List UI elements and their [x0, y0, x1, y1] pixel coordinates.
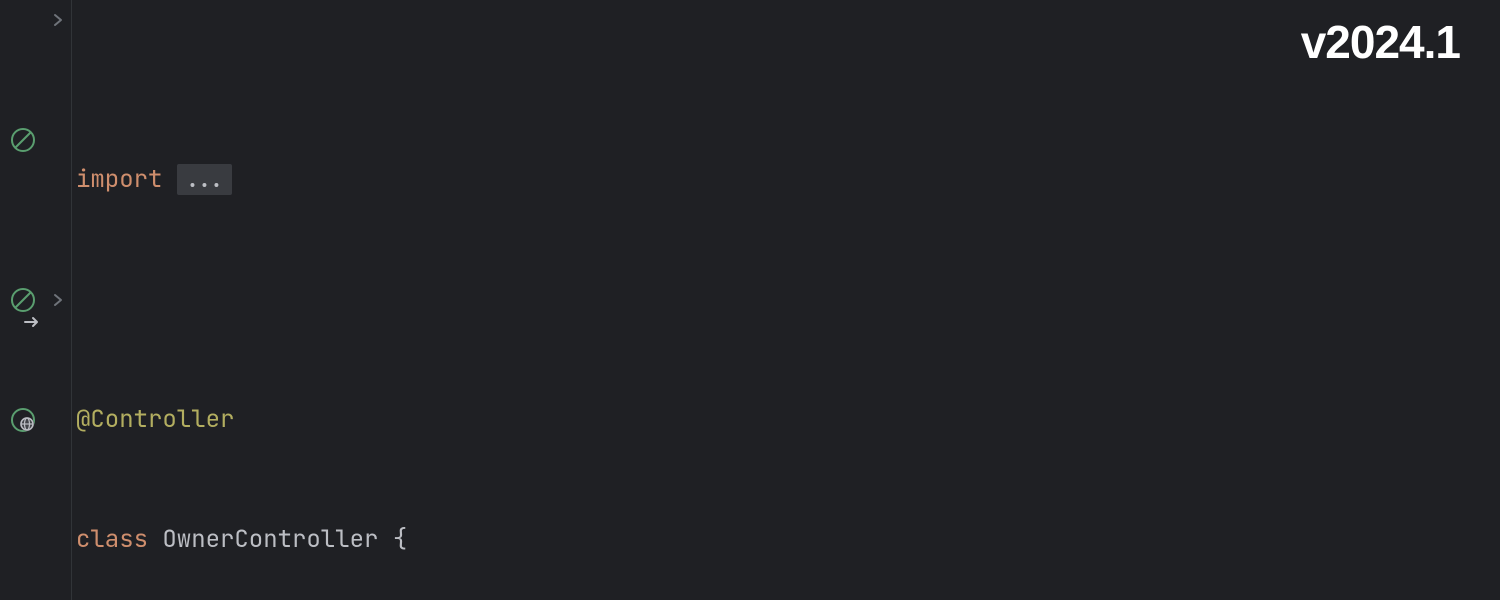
code-editor: v2024.1 import ... @Controller class Own… [0, 0, 1500, 600]
version-label: v2024.1 [1301, 22, 1460, 62]
brace: { [393, 524, 407, 555]
annotation: @Controller [76, 404, 234, 435]
code-line [72, 280, 1500, 320]
no-usages-icon[interactable] [8, 125, 38, 155]
keyword-import: import [76, 164, 177, 195]
navigate-arrow-icon[interactable] [18, 307, 48, 337]
code-line: import ... [72, 160, 1500, 200]
code-line: @Controller [72, 400, 1500, 440]
fold-chevron-icon[interactable] [48, 280, 68, 320]
editor-gutter [0, 0, 72, 600]
folded-region[interactable]: ... [177, 164, 232, 195]
code-area[interactable]: v2024.1 import ... @Controller class Own… [72, 0, 1500, 600]
fold-chevron-icon[interactable] [48, 0, 68, 40]
code-line: class OwnerController { [72, 520, 1500, 560]
keyword-class: class [76, 524, 162, 555]
web-mapping-icon[interactable] [8, 405, 38, 435]
class-name: OwnerController [162, 524, 392, 555]
